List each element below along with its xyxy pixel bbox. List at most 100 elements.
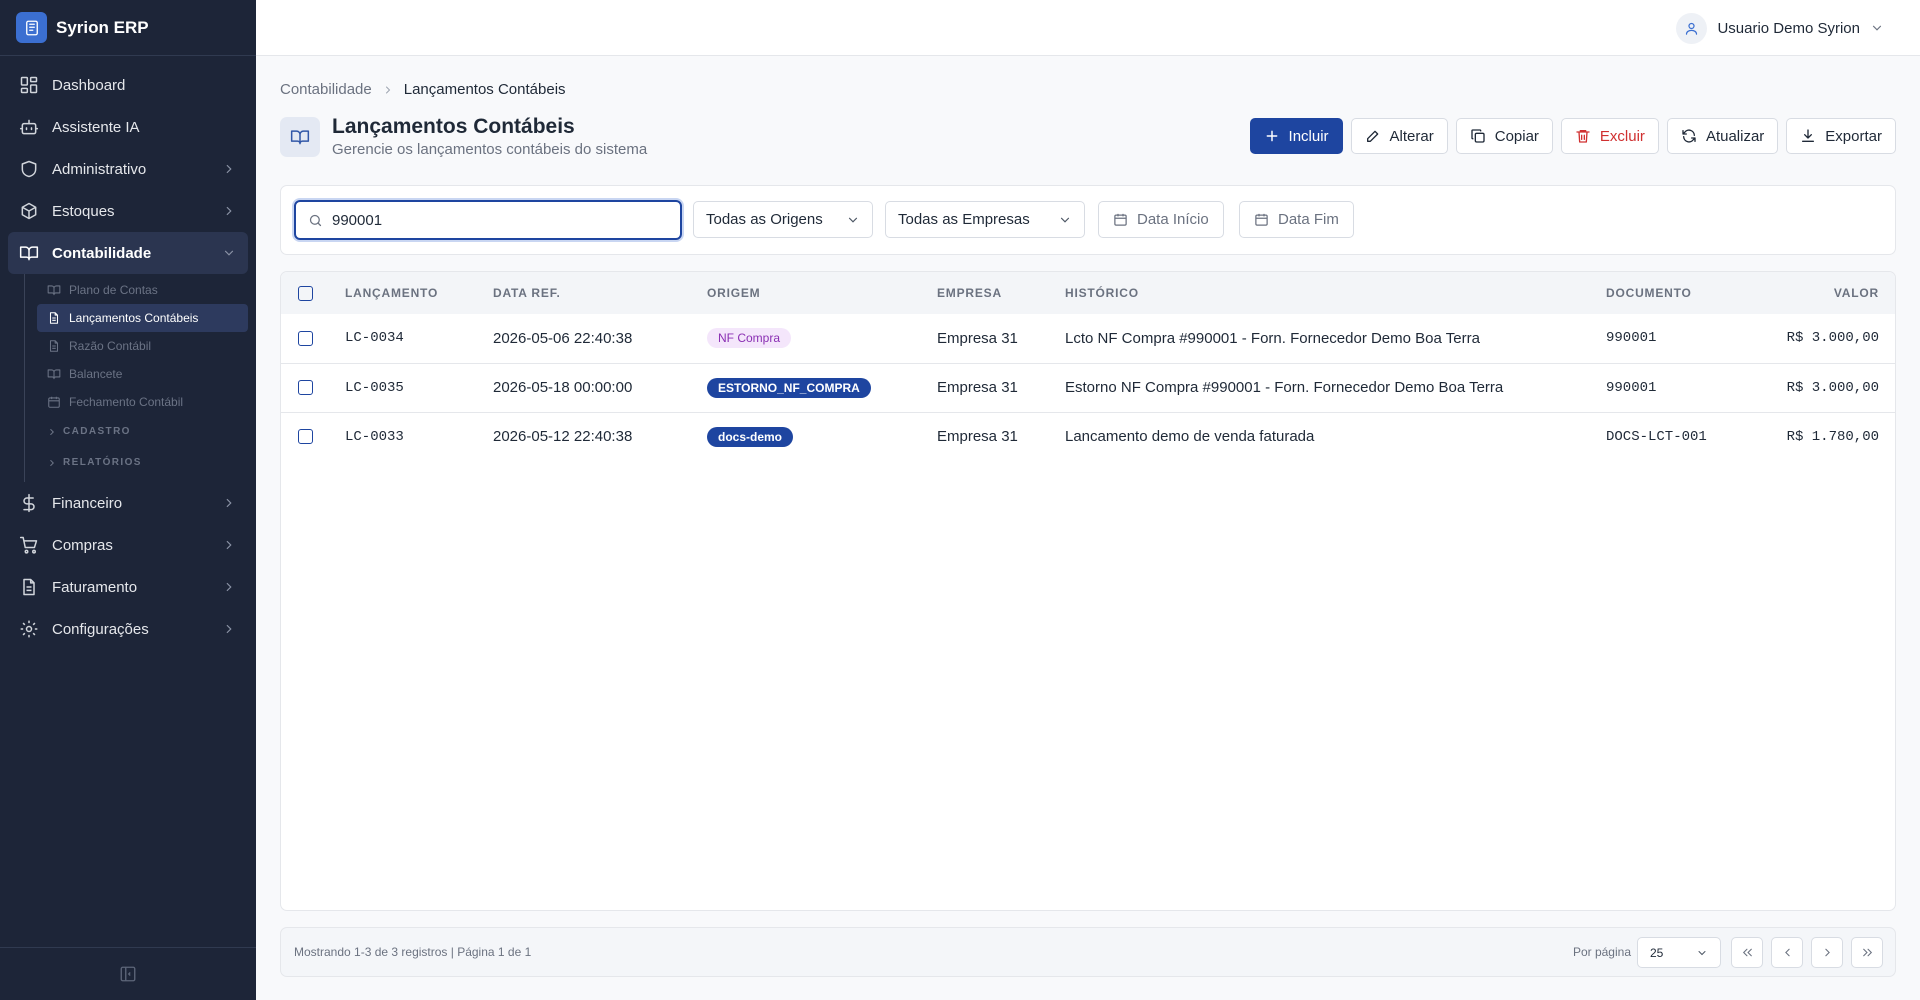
select-all-checkbox[interactable] <box>298 285 313 301</box>
lancamentos-table-card: LANÇAMENTO DATA REF. ORIGEM EMPRESA HIST… <box>280 271 1896 911</box>
col-data-ref[interactable]: DATA REF. <box>493 272 707 314</box>
cell-historico: Lancamento demo de venda faturada <box>1065 428 1315 446</box>
chevron-right-icon <box>50 428 54 435</box>
chevron-down-icon <box>1698 950 1706 955</box>
cart-icon <box>19 536 38 554</box>
page-title: Lançamentos Contábeis <box>332 115 575 138</box>
sidebar: Syrion ERP Dashboard Assistente IA Admin… <box>0 0 256 1000</box>
alterar-button[interactable]: Alterar <box>1350 118 1448 154</box>
row-checkbox[interactable] <box>298 380 313 395</box>
sidebar-item-compras[interactable]: Compras <box>8 524 248 566</box>
chevron-down-icon <box>1060 217 1070 223</box>
brand[interactable]: Syrion ERP <box>0 0 256 56</box>
chevrons-right-icon <box>1862 948 1872 957</box>
incluir-button[interactable]: Incluir <box>1249 118 1343 154</box>
page-header: Lançamentos Contábeis Gerencie os lançam… <box>280 114 647 160</box>
atualizar-button[interactable]: Atualizar <box>1666 118 1779 154</box>
col-documento[interactable]: DOCUMENTO <box>1606 272 1746 314</box>
calendar-icon <box>48 396 60 408</box>
sidebar-item-administrativo[interactable]: Administrativo <box>8 148 248 190</box>
sidebar-group-cadastro[interactable]: CADASTRO <box>37 416 256 447</box>
brand-logo-icon <box>16 12 47 43</box>
data-fim-picker[interactable]: Data Fim <box>1239 201 1354 238</box>
search-input[interactable] <box>332 211 652 229</box>
excluir-button[interactable]: Excluir <box>1560 118 1659 154</box>
chevron-right-icon <box>226 624 232 634</box>
col-empresa[interactable]: EMPRESA <box>937 272 1065 314</box>
bot-icon <box>19 119 39 135</box>
avatar <box>1676 12 1708 44</box>
refresh-icon <box>1682 129 1696 143</box>
sidebar-subitem-label: Fechamento Contábil <box>69 395 184 409</box>
per-page-select[interactable]: 25 <box>1637 937 1721 968</box>
user-menu[interactable]: Usuario Demo Syrion <box>1676 12 1884 44</box>
col-historico[interactable]: HISTÓRICO <box>1065 272 1606 314</box>
chevron-right-icon <box>226 540 232 550</box>
sidebar-item-label: Dashboard <box>52 76 126 94</box>
shield-icon <box>21 160 37 178</box>
cell-empresa: Empresa 31 <box>937 428 1018 446</box>
file-text-icon <box>49 312 59 324</box>
empresa-select[interactable]: Todas as Empresas <box>885 201 1085 238</box>
table-row[interactable]: LC-0034 2026-05-06 22:40:38 NF Compra Em… <box>281 314 1895 363</box>
sidebar-item-faturamento[interactable]: Faturamento <box>8 566 248 608</box>
data-inicio-label: Data Início <box>1137 211 1209 228</box>
sidebar-nav: Dashboard Assistente IA Administrativo E… <box>0 56 256 650</box>
chevron-right-icon <box>1824 948 1830 957</box>
collapse-sidebar-icon[interactable] <box>119 965 137 983</box>
col-valor[interactable]: VALOR <box>1746 272 1895 314</box>
row-checkbox[interactable] <box>298 330 313 346</box>
cell-data-ref: 2026-05-18 00:00:00 <box>493 379 633 396</box>
main-content: Contabilidade Lançamentos Contábeis Lanç… <box>256 56 1920 1000</box>
origem-select[interactable]: Todas as Origens <box>693 201 873 238</box>
cell-valor: R$ 1.780,00 <box>1786 428 1879 445</box>
search-box[interactable] <box>294 200 682 240</box>
sidebar-item-assistente-ia[interactable]: Assistente IA <box>8 106 248 148</box>
sidebar-item-financeiro[interactable]: Financeiro <box>8 482 248 524</box>
book-open-icon <box>47 285 61 296</box>
sidebar-item-dashboard[interactable]: Dashboard <box>8 64 248 106</box>
empresa-select-value: Todas as Empresas <box>898 211 1030 228</box>
sidebar-item-configuracoes[interactable]: Configurações <box>8 608 248 650</box>
col-origem[interactable]: ORIGEM <box>707 272 937 314</box>
user-icon <box>1686 22 1698 35</box>
table-row[interactable]: LC-0035 2026-05-18 00:00:00 ESTORNO_NF_C… <box>281 363 1895 412</box>
book-open-icon <box>19 246 39 261</box>
exportar-button[interactable]: Exportar <box>1786 118 1896 154</box>
first-page-button[interactable] <box>1731 937 1763 968</box>
filters-bar: Todas as Origens Todas as Empresas Data … <box>280 185 1896 255</box>
sidebar-item-contabilidade[interactable]: Contabilidade <box>8 232 248 274</box>
copiar-label: Copiar <box>1494 127 1539 145</box>
page-icon <box>280 117 320 157</box>
origem-badge: docs-demo <box>707 426 794 447</box>
sidebar-subitem-plano-de-contas[interactable]: Plano de Contas <box>37 276 248 304</box>
topbar: Usuario Demo Syrion <box>256 0 1920 56</box>
search-icon <box>309 214 322 226</box>
table-row[interactable]: LC-0033 2026-05-12 22:40:38 docs-demo Em… <box>281 412 1895 461</box>
sidebar-subitem-lancamentos-contabeis[interactable]: Lançamentos Contábeis <box>37 304 248 332</box>
sidebar-group-label: RELATÓRIOS <box>63 457 142 468</box>
col-lancamento[interactable]: LANÇAMENTO <box>345 272 493 314</box>
calendar-icon <box>1255 213 1268 226</box>
sidebar-subitem-balancete[interactable]: Balancete <box>37 360 248 388</box>
last-page-button[interactable] <box>1851 937 1883 968</box>
data-inicio-picker[interactable]: Data Início <box>1098 201 1224 238</box>
sidebar-subitem-fechamento-contabil[interactable]: Fechamento Contábil <box>37 388 248 416</box>
chevron-left-icon <box>1784 948 1790 957</box>
sidebar-item-estoques[interactable]: Estoques <box>8 190 248 232</box>
atualizar-label: Atualizar <box>1705 127 1765 145</box>
sidebar-group-relatorios[interactable]: RELATÓRIOS <box>37 447 256 478</box>
plus-icon <box>1266 130 1277 142</box>
sidebar-subitem-razao-contabil[interactable]: Razão Contábil <box>37 332 248 360</box>
cell-historico: Lcto NF Compra #990001 - Forn. Fornecedo… <box>1065 329 1480 347</box>
copiar-button[interactable]: Copiar <box>1455 118 1553 154</box>
row-checkbox[interactable] <box>298 429 313 445</box>
chevron-right-icon <box>226 498 232 508</box>
breadcrumb-current: Lançamentos Contábeis <box>403 81 566 98</box>
prev-page-button[interactable] <box>1771 937 1803 968</box>
user-name: Usuario Demo Syrion <box>1717 19 1860 37</box>
cell-documento: 990001 <box>1606 330 1657 347</box>
calendar-icon <box>1114 213 1127 226</box>
next-page-button[interactable] <box>1811 937 1843 968</box>
breadcrumb-contabilidade[interactable]: Contabilidade <box>280 81 372 98</box>
